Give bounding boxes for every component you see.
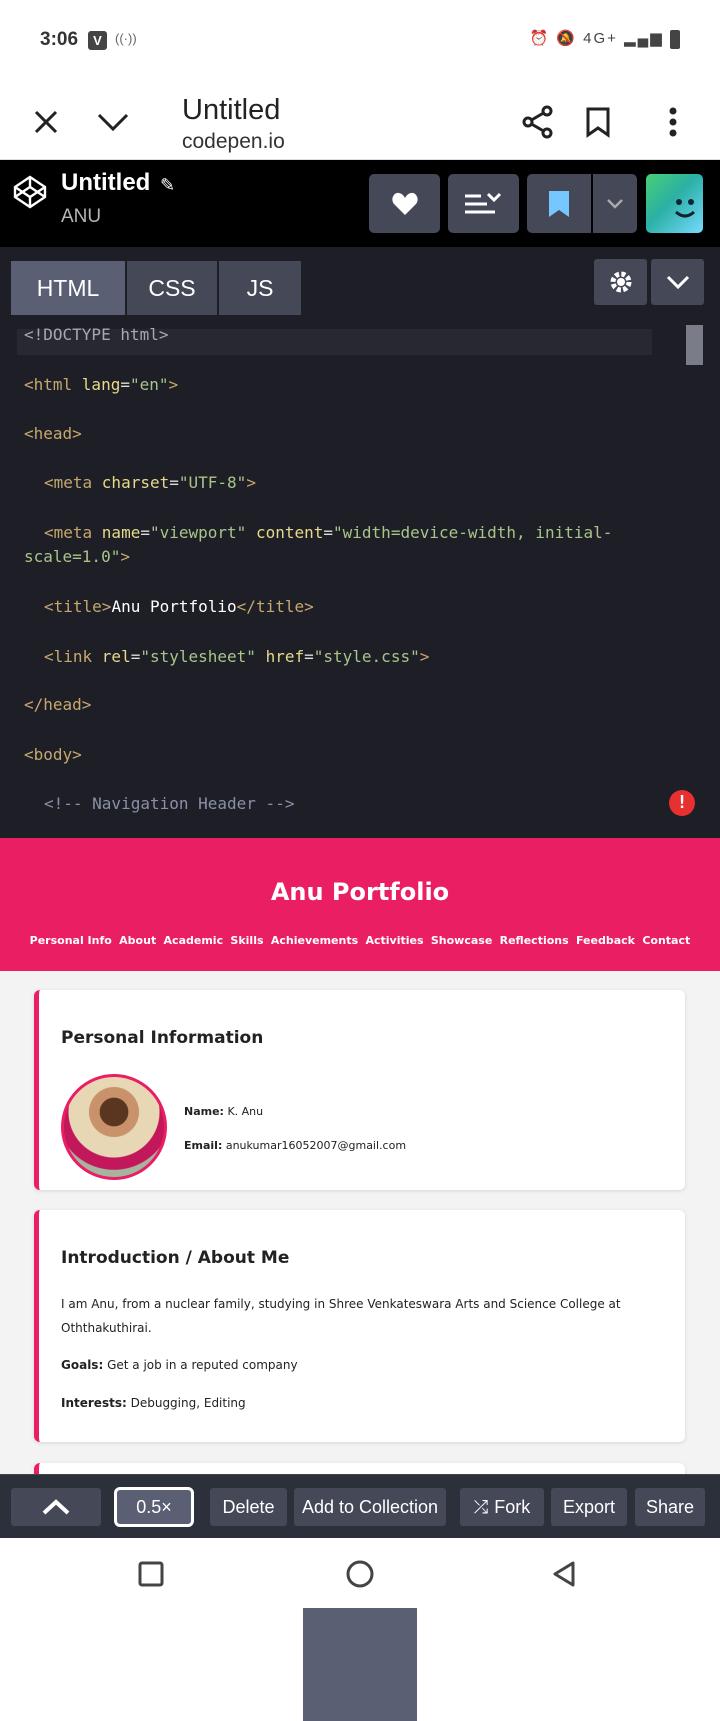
system-nav-bar: [0, 1538, 720, 1608]
chevron-down-icon: [97, 113, 129, 132]
portfolio-nav: Personal Info About Academic Skills Achi…: [0, 934, 720, 947]
code-line: <body>: [24, 745, 82, 764]
name-row: Name: K. Anu: [184, 1105, 264, 1118]
network-label: 4G+: [583, 30, 618, 47]
code-line: </head>: [24, 695, 92, 714]
status-time: 3:06: [40, 29, 79, 50]
chevron-up-icon: [42, 1499, 70, 1515]
chevron-down-icon: [666, 275, 689, 290]
codepen-header: Untitled ✎ ANU: [0, 160, 720, 247]
status-bar: 3:06 V ((·)) ⏰ 🔕 4G+ ▂▄▆: [0, 0, 720, 84]
code-line: scale=1.0">: [24, 547, 130, 566]
interests-row: Interests: Debugging, Editing: [61, 1396, 246, 1410]
nav-link[interactable]: Skills: [230, 934, 263, 947]
portfolio-header: Anu Portfolio Personal Info About Academ…: [0, 838, 720, 971]
code-line: <meta charset="UTF-8">: [44, 473, 256, 492]
codepen-logo-icon[interactable]: [12, 174, 48, 210]
back-icon[interactable]: [551, 1560, 577, 1588]
code-line: <head>: [24, 424, 82, 443]
carrier-badge: V: [88, 31, 107, 50]
pen-title[interactable]: Untitled: [61, 169, 150, 197]
card-heading: Personal Information: [61, 1028, 264, 1048]
edit-pencil-icon[interactable]: ✎: [160, 175, 175, 196]
more-vert-icon: [669, 107, 677, 137]
nav-link[interactable]: Activities: [365, 934, 423, 947]
tab-html[interactable]: HTML: [11, 261, 125, 315]
bottom-toolbar: 0.5× Delete Add to Collection ⤮ Fork Expo…: [0, 1474, 720, 1538]
tab-css[interactable]: CSS: [127, 261, 217, 315]
code-line: <title>Anu Portfolio</title>: [44, 597, 314, 616]
editor-collapse-button[interactable]: [651, 259, 704, 305]
about-card: Introduction / About Me I am Anu, from a…: [34, 1210, 685, 1442]
export-button[interactable]: Export: [551, 1488, 627, 1526]
personal-info-card: Personal Information Name: K. Anu Email:…: [34, 990, 685, 1190]
add-to-collection-button[interactable]: Add to Collection: [294, 1488, 446, 1526]
code-line: <meta name="viewport" content="width=dev…: [44, 523, 613, 542]
expand-console-button[interactable]: [11, 1488, 101, 1526]
intro-text: I am Anu, from a nuclear family, studyin…: [61, 1297, 621, 1335]
nav-link[interactable]: Showcase: [431, 934, 492, 947]
layout-chevron-icon: [464, 192, 501, 213]
bookmark-button[interactable]: [574, 98, 622, 146]
alarm-icon: ⏰: [529, 30, 551, 47]
avatar-face-icon: [675, 199, 695, 218]
close-icon: [34, 110, 58, 134]
nav-link[interactable]: About: [119, 934, 156, 947]
share-button[interactable]: [514, 98, 562, 146]
heart-icon: [391, 192, 418, 215]
fork-icon: ⤮: [473, 1496, 489, 1517]
code-line: <link rel="stylesheet" href="style.css">: [44, 647, 430, 666]
tab-js[interactable]: JS: [219, 261, 301, 315]
close-tab-button[interactable]: [22, 98, 70, 146]
page-url[interactable]: codepen.io: [182, 130, 285, 154]
bookmark-icon: [586, 107, 610, 138]
collapse-button[interactable]: [89, 98, 137, 146]
fork-button[interactable]: ⤮ Fork: [460, 1488, 544, 1526]
profile-photo: [61, 1074, 167, 1180]
nav-link[interactable]: Reflections: [500, 934, 569, 947]
bookmark-filled-icon: [549, 190, 569, 217]
next-card: [34, 1463, 685, 1474]
nav-link[interactable]: Contact: [642, 934, 690, 947]
more-menu-button[interactable]: [649, 98, 697, 146]
signal-icon: ▂▄▆: [624, 30, 664, 47]
editor-scrollbar[interactable]: [686, 325, 703, 365]
share-icon: [522, 105, 553, 139]
editor-settings-button[interactable]: [594, 259, 647, 305]
pen-bookmark-button[interactable]: [527, 174, 591, 233]
browser-header: Untitled codepen.io: [0, 84, 720, 160]
result-preview[interactable]: Anu Portfolio Personal Info About Academ…: [0, 838, 720, 1474]
gear-icon: [610, 271, 631, 293]
view-options-button[interactable]: [448, 174, 519, 233]
status-icons: ⏰ 🔕 4G+ ▂▄▆: [529, 29, 680, 49]
nav-link[interactable]: Feedback: [576, 934, 635, 947]
error-indicator-icon[interactable]: !: [669, 790, 695, 816]
code-line: <!DOCTYPE html>: [24, 325, 169, 344]
recents-icon[interactable]: [137, 1560, 165, 1588]
goals-row: Goals: Get a job in a reputed company: [61, 1358, 298, 1372]
zoom-button[interactable]: 0.5×: [114, 1487, 194, 1527]
email-row: Email: anukumar16052007@gmail.com: [184, 1139, 407, 1152]
pen-author[interactable]: ANU: [61, 206, 101, 228]
share-pen-button[interactable]: Share: [635, 1488, 705, 1526]
nav-link[interactable]: Personal Info: [30, 934, 112, 947]
battery-icon: [670, 29, 680, 49]
user-avatar[interactable]: [646, 174, 703, 233]
nav-link[interactable]: Achievements: [271, 934, 358, 947]
page-title: Untitled: [182, 94, 281, 126]
portfolio-brand: Anu Portfolio: [270, 878, 450, 906]
card-heading: Introduction / About Me: [61, 1248, 290, 1268]
home-icon[interactable]: [345, 1559, 375, 1589]
editor-tab-bar: HTML CSS JS Result: [0, 247, 720, 1721]
hotspot-icon: ((·)): [115, 31, 137, 46]
code-line: <html lang="en">: [24, 375, 179, 394]
bookmark-dropdown-button[interactable]: [593, 174, 637, 233]
code-editor[interactable]: <!DOCTYPE html> <html lang="en"> <head> …: [0, 317, 720, 838]
code-line: <!-- Navigation Header -->: [44, 794, 295, 813]
nav-link[interactable]: Academic: [164, 934, 224, 947]
chevron-down-icon: [607, 198, 623, 209]
delete-button[interactable]: Delete: [210, 1488, 287, 1526]
like-button[interactable]: [369, 174, 440, 233]
mute-icon: 🔕: [556, 30, 577, 47]
